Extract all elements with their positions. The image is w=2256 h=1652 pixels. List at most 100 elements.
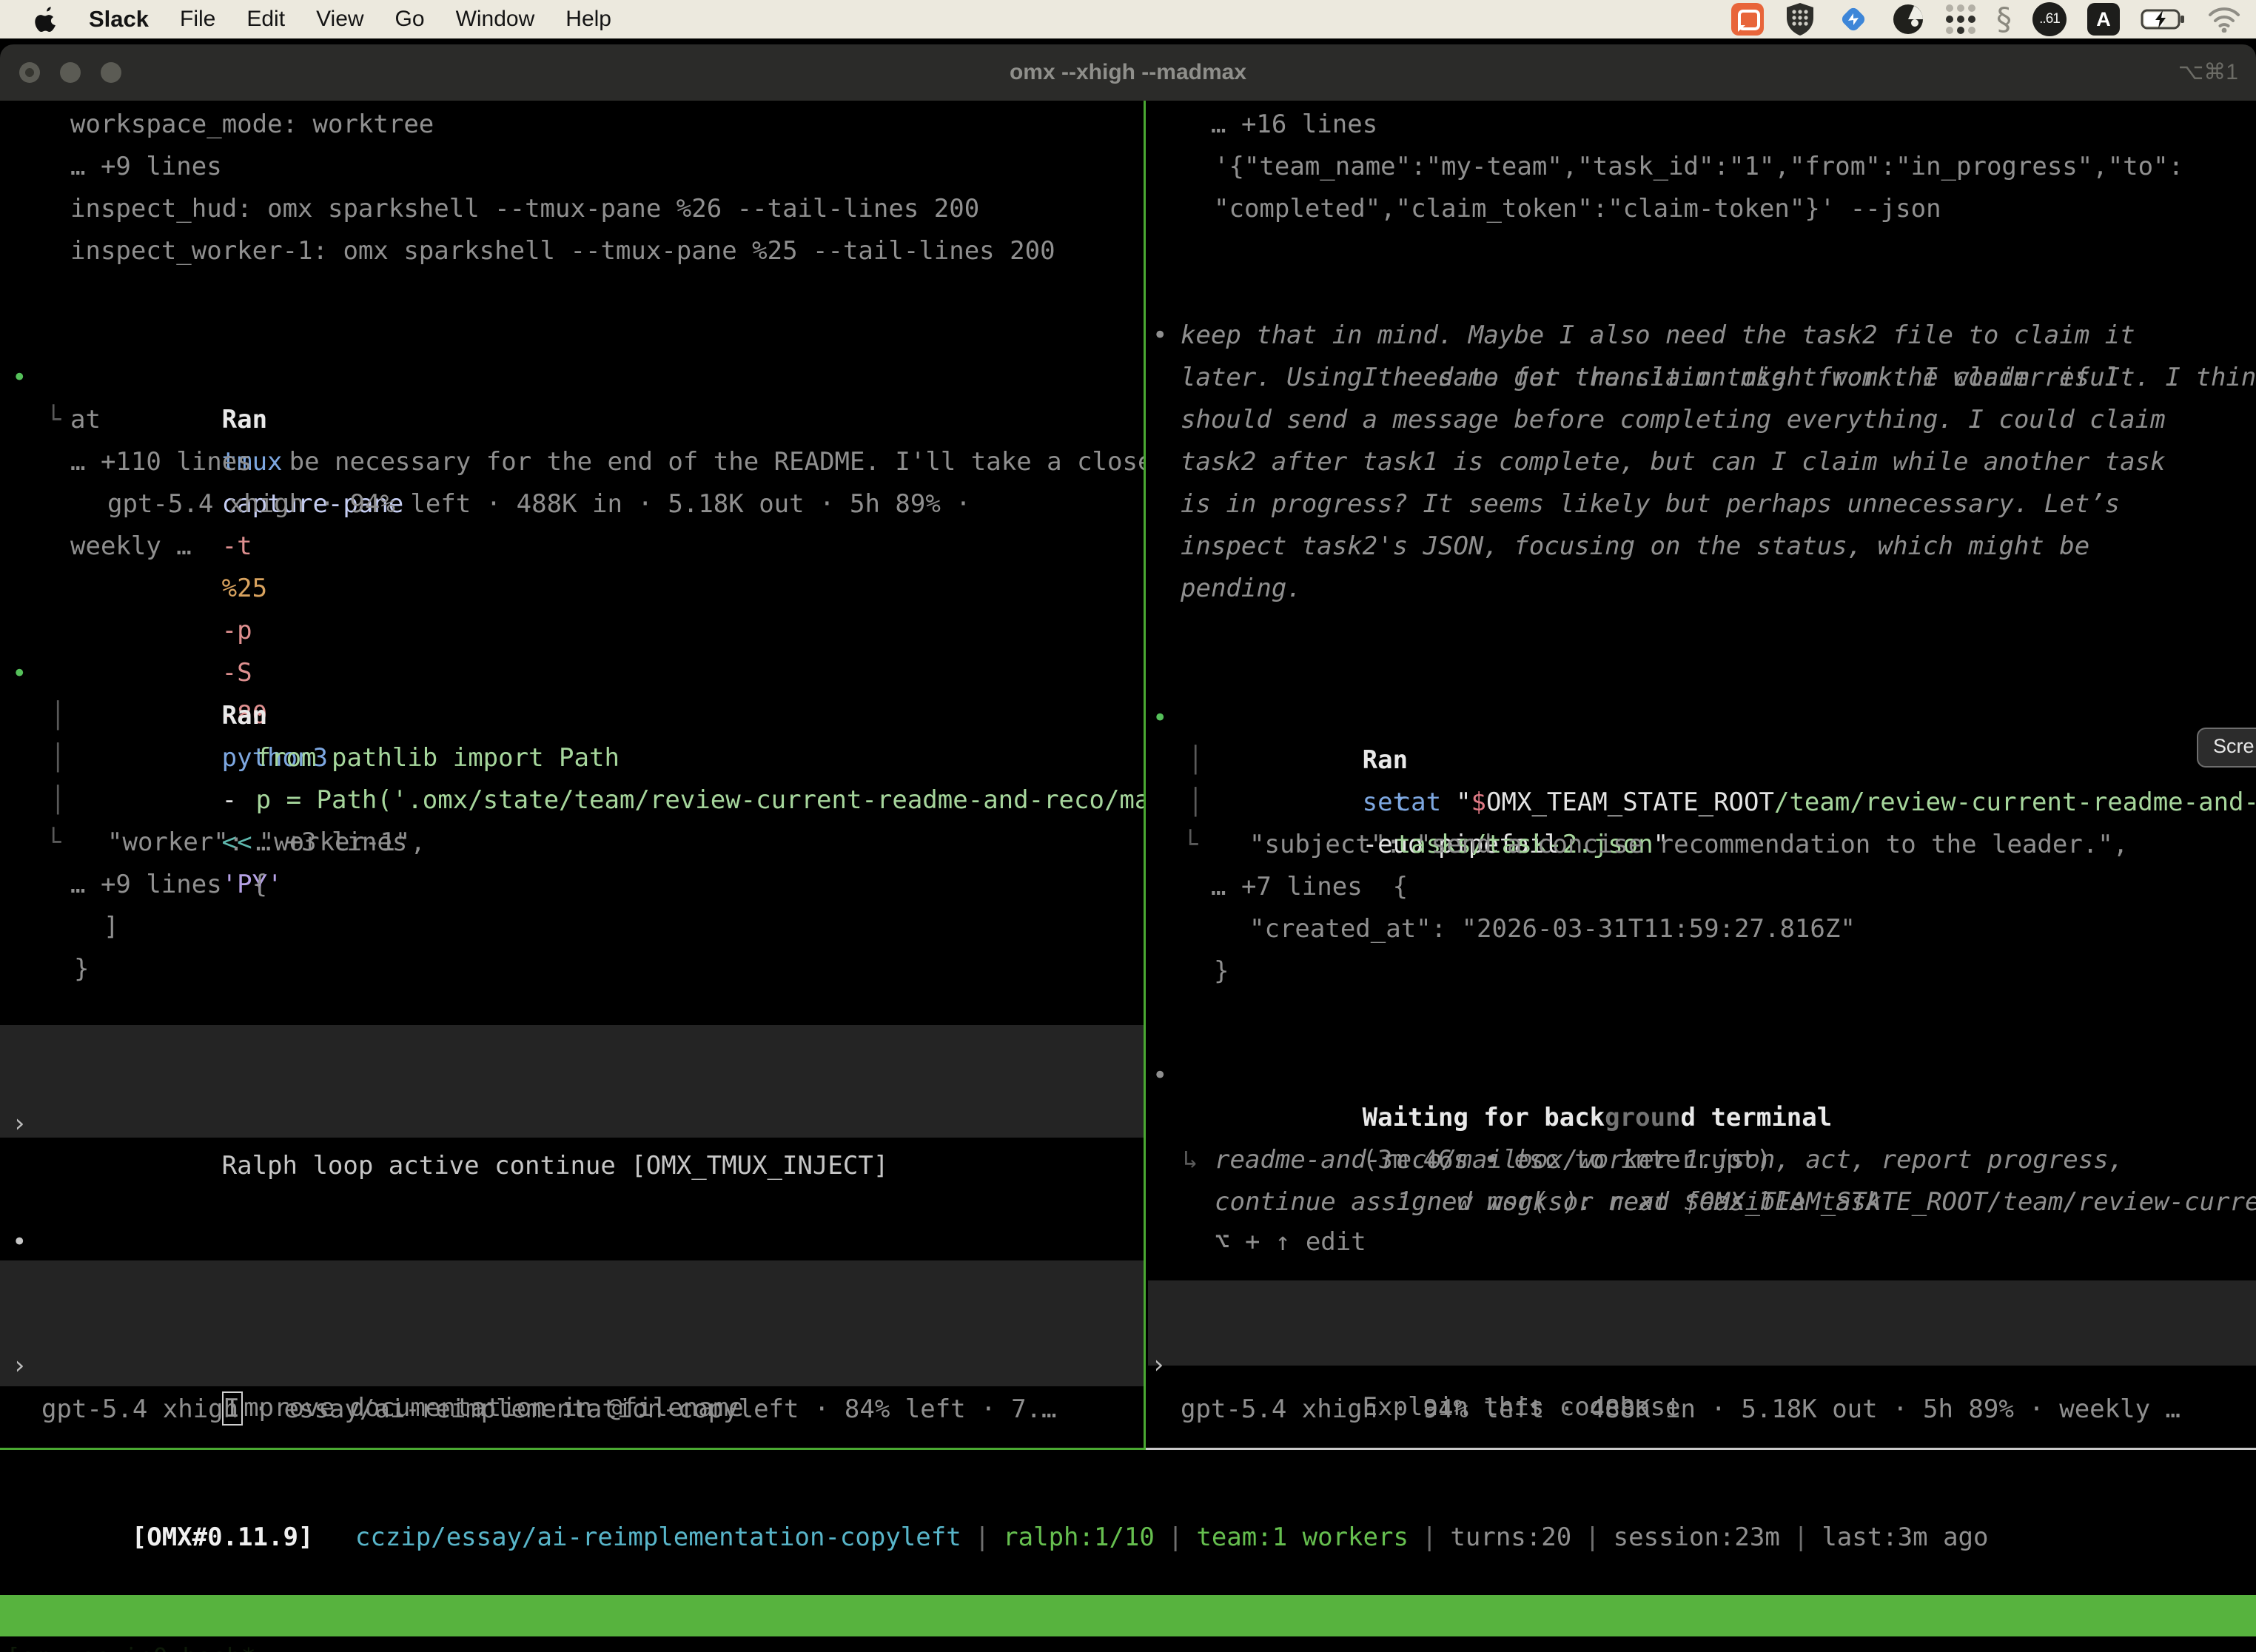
inactive-pane-border bbox=[1146, 1448, 2256, 1450]
tmux-pane-right[interactable]: … +16 lines '{"team_name":"my-team","tas… bbox=[1148, 101, 2256, 1448]
thinking-line: inspect task2's JSON, focusing on the st… bbox=[1148, 526, 2256, 568]
command-output-line: at bbox=[0, 399, 1144, 441]
left-status-block: gpt-5.4 xhigh · essay/ai-reimplementatio… bbox=[0, 1389, 1144, 1431]
left-prompt-input[interactable]: › Improve documentation in @filename bbox=[0, 1260, 1144, 1386]
pie-circle-icon[interactable] bbox=[1891, 1, 1925, 37]
menu-item-view[interactable]: View bbox=[316, 0, 363, 38]
separator: | bbox=[1585, 1522, 1599, 1552]
menu-bar-status-icons: § ..61 A bbox=[1731, 1, 2256, 37]
window-title: omx --xhigh --madmax bbox=[0, 44, 2256, 101]
working-status-line: • Working (6m 38s • esc to interrupt) bbox=[0, 1179, 1144, 1221]
thinking-block: • I need to get the claim token from the… bbox=[1148, 272, 2256, 610]
menu-app-name[interactable]: Slack bbox=[89, 0, 149, 38]
right-intro-block: … +16 lines '{"team_name":"my-team","tas… bbox=[1148, 104, 2256, 230]
dots-grid-icon[interactable] bbox=[1946, 1, 1975, 37]
command-output-line: gpt-5.4 xhigh · 94% left · 488K in · 5.1… bbox=[0, 483, 1144, 526]
separator: | bbox=[1168, 1522, 1183, 1552]
thinking-line: keep that in mind. Maybe I also need the… bbox=[1148, 315, 2256, 357]
wifi-icon[interactable] bbox=[2207, 1, 2241, 37]
thinking-line: should send a message before completing … bbox=[1148, 399, 2256, 441]
omx-status-line: [OMX#0.11.9] cczip/essay/ai-reimplementa… bbox=[0, 1474, 2256, 1517]
tmux-session-window: [omx-cczip0:bash* bbox=[6, 1636, 256, 1652]
blue-bolt-icon[interactable] bbox=[1836, 1, 1870, 37]
separator: | bbox=[975, 1522, 990, 1552]
waiting-status-block: • Waiting for background terminal (3m 46… bbox=[1148, 1013, 2256, 1055]
code-line: │ from pathlib import Path bbox=[0, 653, 1144, 695]
command-line: • Ran tmux capture-pane -t %25 -p -S -80 bbox=[0, 315, 1144, 357]
model-status-line: gpt-5.4 xhigh · 94% left · 488K in · 5.1… bbox=[1148, 1389, 2256, 1431]
command-output-line: ] bbox=[0, 906, 1144, 948]
collapsed-lines-indicator: … +7 lines bbox=[1148, 866, 2256, 908]
omx-project: cczip/essay/ai-reimplementation-copyleft bbox=[355, 1522, 961, 1552]
banner-line: › Ralph loop active continue [OMX_TMUX_I… bbox=[0, 1061, 1144, 1103]
command-output-line: } bbox=[1148, 950, 2256, 993]
edit-hint-line: ⌥ + ↑ edit bbox=[1148, 1221, 2256, 1263]
banner-text: Ralph loop active continue [OMX_TMUX_INJ… bbox=[222, 1151, 889, 1181]
input-source-label: A bbox=[2087, 3, 2120, 36]
command-output-line: "created_at": "2026-03-31T11:59:27.816Z" bbox=[1148, 908, 2256, 950]
screen: Slack File Edit View Go Window Help § ..… bbox=[0, 0, 2256, 1652]
menu-bar: Slack File Edit View Go Window Help § ..… bbox=[0, 0, 2256, 38]
note-line: readme-and-reco/mailbox/worker-1.json, a… bbox=[1148, 1139, 2256, 1181]
terminal-line: '{"team_name":"my-team","task_id":"1","f… bbox=[1148, 146, 2256, 188]
collapsed-lines-indicator: … +9 lines bbox=[0, 864, 1144, 906]
badge-61-icon[interactable]: ..61 bbox=[2032, 1, 2067, 37]
waiting-status-line: • Waiting for background terminal (3m 46… bbox=[1148, 1013, 2256, 1055]
window-titlebar[interactable]: omx --xhigh --madmax ⌥⌘1 bbox=[0, 44, 2256, 101]
command-output-line: "subject": "send a concise recommendatio… bbox=[1148, 824, 2256, 866]
command-output-line: weekly … bbox=[0, 526, 1144, 568]
thinking-line: is in progress? It seems likely but perh… bbox=[1148, 483, 2256, 526]
status-bullet-icon: • bbox=[12, 1221, 27, 1263]
chevron-prompt-icon: › bbox=[1151, 1344, 1166, 1386]
apple-menu-icon[interactable] bbox=[34, 5, 58, 33]
terminal-line: inspect_worker-1: omx sparkshell --tmux-… bbox=[0, 230, 1144, 272]
terminal-line: … +9 lines bbox=[0, 146, 1144, 188]
menu-item-go[interactable]: Go bbox=[395, 0, 425, 38]
python-command-block: • Ran python3 - << 'PY' │ from pathlib i… bbox=[0, 611, 1144, 990]
thinking-line: later. Using the same for transition mig… bbox=[1148, 357, 2256, 399]
ralph-loop-banner: › Ralph loop active continue [OMX_TMUX_I… bbox=[0, 1025, 1144, 1138]
code-line: │ tasks/task-2.json" bbox=[1148, 739, 2256, 782]
command-output-line: └ { bbox=[1148, 782, 2256, 824]
input-line: › Explain this codebase bbox=[1148, 1302, 2256, 1344]
tmux-status-bar: [omx-cczip0:bash* "MacBook-Pro-44.local"… bbox=[0, 1595, 2256, 1636]
keypad-shield-icon[interactable] bbox=[1785, 1, 1816, 37]
pane-ref: %25 bbox=[222, 574, 267, 603]
input-source-icon[interactable]: A bbox=[2087, 1, 2120, 37]
menu-item-file[interactable]: File bbox=[180, 0, 215, 38]
separator: | bbox=[1793, 1522, 1808, 1552]
status-bullet-icon: • bbox=[1152, 1055, 1167, 1097]
command-line: • Ran set -euo pipefail bbox=[1148, 655, 2256, 697]
omx-last-activity: last:3m ago bbox=[1822, 1522, 1988, 1552]
omx-version-badge: [OMX#0.11.9] bbox=[132, 1522, 314, 1552]
mailbox-note-block: ↳ 1 new msg(s): read $OMX_TEAM_STATE_ROO… bbox=[1148, 1097, 2256, 1223]
omx-turns: turns:20 bbox=[1450, 1522, 1571, 1552]
chevron-prompt-icon: › bbox=[12, 1103, 27, 1145]
note-line: ↳ 1 new msg(s): read $OMX_TEAM_STATE_ROO… bbox=[1148, 1097, 2256, 1139]
model-status-line: gpt-5.4 xhigh · essay/ai-reimplementatio… bbox=[0, 1389, 1144, 1431]
code-line: │ p = Path('.omx/state/team/review-curre… bbox=[0, 695, 1144, 737]
input-line: › Improve documentation in @filename bbox=[0, 1303, 1144, 1345]
menu-item-edit[interactable]: Edit bbox=[246, 0, 285, 38]
thinking-line: pending. bbox=[1148, 568, 2256, 610]
collapsed-lines-indicator: … +110 lines bbox=[0, 441, 1144, 483]
omx-ralph-count: ralph:1/10 bbox=[1003, 1522, 1155, 1552]
tmux-pane-left[interactable]: workspace_mode: worktree … +9 lines insp… bbox=[0, 101, 1144, 1448]
left-intro-block: workspace_mode: worktree … +9 lines insp… bbox=[0, 104, 1144, 272]
cat-command-block: • Ran set -euo pipefail │ cat"$OMX_TEAM_… bbox=[1148, 655, 2256, 993]
battery-icon[interactable] bbox=[2141, 1, 2186, 37]
terminal-line: workspace_mode: worktree bbox=[0, 104, 1144, 146]
window-shortcut-hint: ⌥⌘1 bbox=[2178, 44, 2238, 101]
chevron-prompt-icon: › bbox=[12, 1345, 27, 1387]
thinking-line: task2 after task1 is complete, but can I… bbox=[1148, 441, 2256, 483]
terminal-line: "completed","claim_token":"claim-token"}… bbox=[1148, 188, 2256, 230]
right-status-block: gpt-5.4 xhigh · 94% left · 488K in · 5.1… bbox=[1148, 1389, 2256, 1431]
chat-bubble-icon[interactable] bbox=[1731, 1, 1764, 37]
menu-item-window[interactable]: Window bbox=[456, 0, 535, 38]
menu-item-help[interactable]: Help bbox=[565, 0, 611, 38]
note-line: continue assigned work or next feasible … bbox=[1148, 1181, 2256, 1223]
right-prompt-input[interactable]: › Explain this codebase bbox=[1148, 1280, 2256, 1366]
command-line: • Ran python3 - << 'PY' bbox=[0, 611, 1144, 653]
pane-divider[interactable] bbox=[1144, 101, 1146, 1450]
squiggle-icon[interactable]: § bbox=[1996, 1, 2012, 37]
